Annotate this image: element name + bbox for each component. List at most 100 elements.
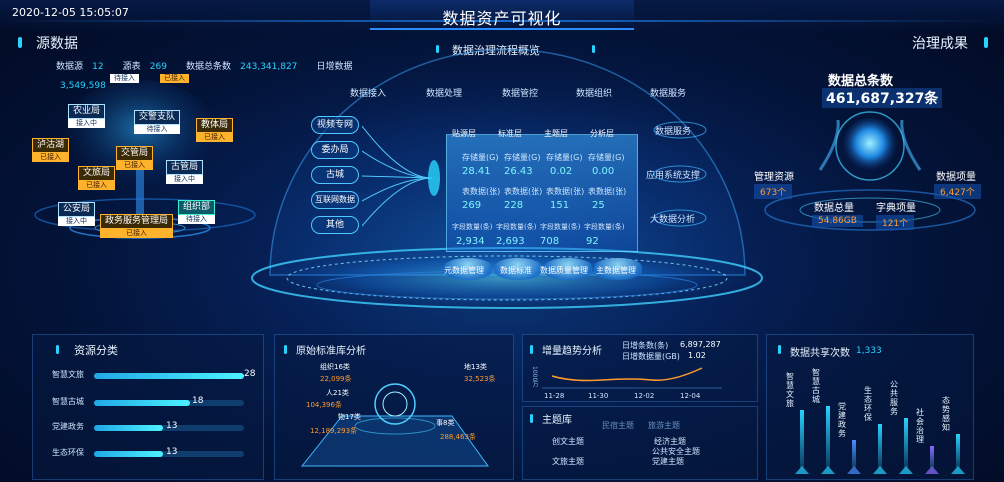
tag-status: 已接入 (32, 153, 70, 162)
source-pill-video[interactable]: 视频专网 (311, 116, 359, 134)
share-bar (904, 418, 908, 468)
resource-label: 生态环保 (52, 448, 84, 457)
result-label: 数据项量 (936, 172, 976, 183)
step-process: 数据处理 (426, 89, 463, 99)
service-data[interactable]: 数据服务 (655, 124, 691, 137)
tag-name: 政务服务管理局 (100, 214, 174, 229)
share-bar (956, 434, 960, 468)
layer-header: 贴源层 (452, 129, 476, 138)
store-value: 28.41 (462, 166, 491, 177)
share-bar-base (873, 466, 887, 474)
result-label: 管理资源 (754, 172, 794, 183)
source-data-title: 源数据 (36, 36, 78, 52)
share-label: 社会治理 (916, 408, 924, 444)
source-pill-other[interactable]: 其他 (311, 216, 359, 234)
share-label: 生态环保 (864, 386, 872, 422)
source-pill-ancient[interactable]: 古城 (311, 166, 359, 184)
tag-status: 待接入 (134, 125, 181, 134)
share-value: 1,333 (856, 346, 882, 356)
theme-cloud: 民宿主题 旅游主题 创文主题 经济主题 公共安全主题 文旅主题 党建主题 (530, 420, 750, 478)
resource-value: 13 (166, 421, 178, 431)
tag-top-1[interactable]: 待接入 (110, 74, 139, 83)
tag-name: 文旅局 (78, 166, 116, 181)
share-bar (826, 406, 830, 468)
field-value: 708 (540, 236, 560, 247)
trend-line2-value: 1.02 (688, 351, 706, 360)
tag-gov-service[interactable]: 政务服务管理局 已接入 (100, 214, 174, 238)
table-label: 表数据(张) (462, 187, 501, 196)
flow-funnel-graphic (361, 118, 442, 238)
step-control: 数据管控 (502, 89, 539, 99)
layer-header: 主题层 (544, 129, 568, 138)
mgmt-standard[interactable]: 数据标准 (500, 265, 532, 276)
tag-status: 已接入 (116, 161, 154, 170)
share-label: 智慧文旅 (786, 372, 794, 408)
layer-header: 标准层 (498, 129, 522, 138)
resource-label: 智慧文旅 (52, 370, 84, 379)
source-pill-bureaus[interactable]: 委办局 (311, 141, 359, 159)
share-bar (878, 424, 882, 468)
tag-status: 接入中 (58, 217, 96, 226)
resource-bar (94, 400, 190, 406)
field-label: 字段数量(条) (540, 223, 581, 231)
tag-agriculture[interactable]: 农业局 接入中 (68, 104, 106, 128)
step-organize: 数据组织 (576, 89, 613, 99)
mgmt-quality[interactable]: 数据质量管理 (540, 265, 588, 276)
tag-organization[interactable]: 组织部 待接入 (178, 200, 216, 224)
store-label: 存储量(G) (462, 153, 499, 162)
std-value: 104,396条 (306, 401, 342, 409)
std-label: 地13类 (464, 363, 487, 371)
share-bar-base (951, 466, 965, 474)
store-value: 0.02 (550, 166, 573, 177)
table-value: 25 (592, 200, 605, 211)
source-pill-internet[interactable]: 互联网数据 (311, 191, 359, 209)
share-bar (800, 410, 804, 468)
tag-education[interactable]: 教体局 已接入 (196, 118, 234, 142)
trend-line-chart (542, 362, 742, 390)
flow-steps: 数据接入 数据处理 数据管控 数据组织 数据服务 (350, 86, 710, 100)
tag-status: 待接入 (178, 215, 216, 224)
tag-name: 交警支队 (134, 110, 181, 125)
std-value: 32,523条 (464, 375, 496, 383)
table-label: 表数据(张) (504, 187, 543, 196)
tag-name: 农业局 (68, 104, 106, 119)
share-chart: 智慧文旅 智慧古城 党建政务 生态环保 公共服务 社会治理 态势感知 (780, 360, 972, 478)
tag-ancient-city[interactable]: 古管局 接入中 (166, 160, 204, 184)
store-value: 26.43 (504, 166, 533, 177)
mgmt-master[interactable]: 主数据管理 (596, 265, 636, 276)
store-label: 存储量(G) (546, 153, 583, 162)
trend-x: 12-02 (634, 392, 655, 400)
service-bigdata[interactable]: 大数据分析 (650, 212, 695, 225)
share-bar-base (821, 466, 835, 474)
page-title: 数据资产可视化 (442, 9, 562, 28)
share-label: 智慧古城 (812, 368, 820, 404)
tag-name: 公安局 (58, 202, 96, 217)
tag-traffic-bureau[interactable]: 交管局 已接入 (116, 146, 154, 170)
result-value: 6,427个 (934, 184, 981, 199)
trend-title: 增量趋势分析 (542, 346, 602, 357)
dashboard: 2020-12-05 15:05:07 数据资产可视化 源数据 数据源 12 源… (0, 0, 1004, 482)
field-label: 字段数量(条) (496, 223, 537, 231)
result-value: 54.86GB (812, 215, 863, 227)
tag-name: 交管局 (116, 146, 154, 161)
share-bar-base (925, 466, 939, 474)
store-value: 0.00 (592, 166, 615, 177)
trend-line1-label: 日增条数(条) (622, 341, 669, 350)
tag-lugu-lake[interactable]: 泸沽湖 已接入 (32, 138, 70, 162)
result-value: 673个 (754, 184, 793, 199)
tag-top-2[interactable]: 已接入 (160, 74, 189, 83)
mgmt-metadata[interactable]: 元数据管理 (444, 265, 484, 276)
layer-block-headers: 贴源层 标准层 主题层 分析层 (446, 128, 638, 142)
share-bar-base (847, 466, 861, 474)
tag-culture-tourism[interactable]: 文旅局 已接入 (78, 166, 116, 190)
service-app-support[interactable]: 应用系统支撑 (646, 168, 700, 181)
field-value: 2,693 (496, 236, 525, 247)
tag-traffic-police[interactable]: 交警支队 待接入 (134, 110, 181, 134)
share-label: 公共服务 (890, 380, 898, 416)
tag-status: 接入中 (166, 175, 204, 184)
tag-public-security[interactable]: 公安局 接入中 (58, 202, 96, 226)
std-label: 物17类 (338, 413, 361, 421)
share-bars: 智慧文旅 智慧古城 党建政务 生态环保 公共服务 社会治理 态势感知 (780, 360, 972, 478)
std-label: 事8类 (436, 419, 455, 427)
std-label: 组织16类 (320, 363, 350, 371)
